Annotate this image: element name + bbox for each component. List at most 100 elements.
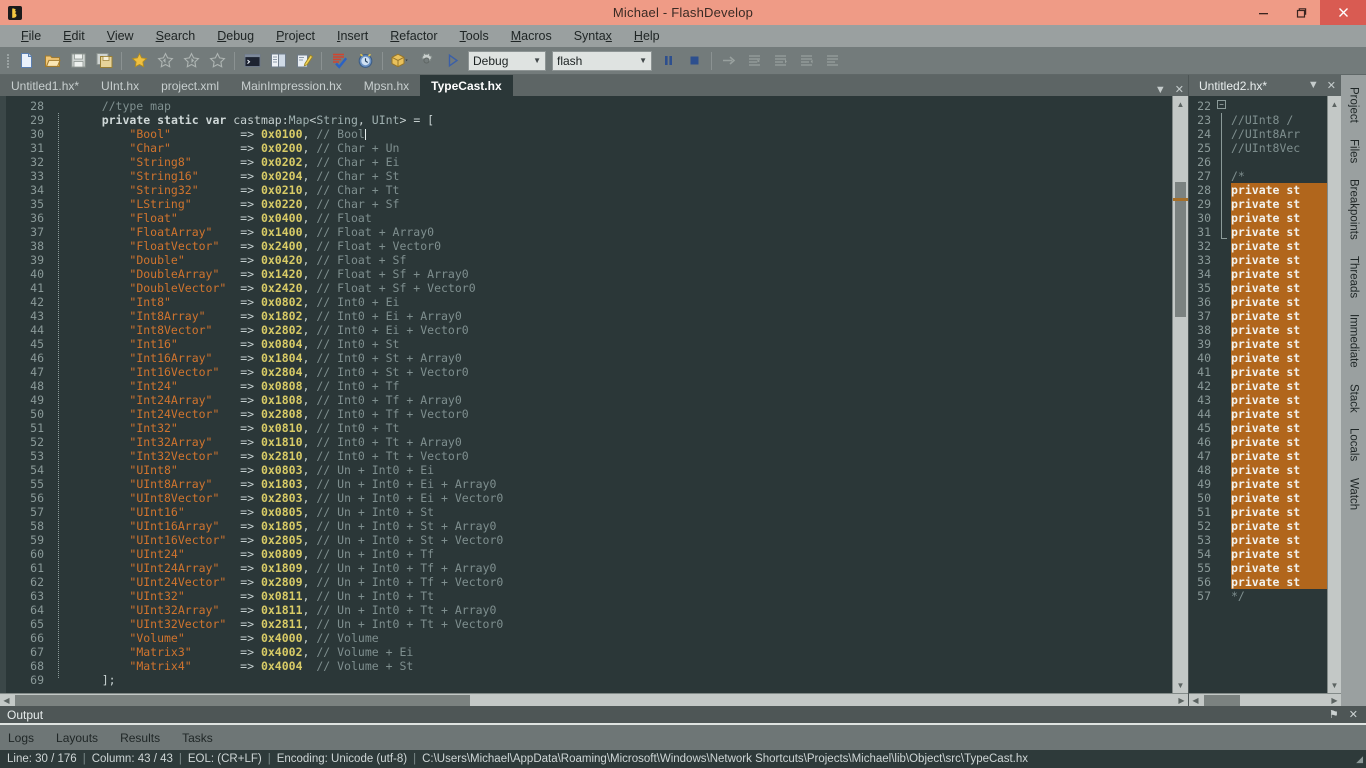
secondary-code-line[interactable]: private st bbox=[1231, 547, 1327, 561]
code-line[interactable]: "UInt32" => 0x0811, // Un + Int0 + Tt bbox=[74, 589, 1172, 603]
code-line[interactable]: "Volume" => 0x4000, // Volume bbox=[74, 631, 1172, 645]
secondary-code-line[interactable]: private st bbox=[1231, 561, 1327, 575]
code-line[interactable]: "Char" => 0x0200, // Char + Un bbox=[74, 141, 1172, 155]
edit-settings-icon[interactable] bbox=[291, 48, 317, 74]
secondary-code-line[interactable]: private st bbox=[1231, 309, 1327, 323]
continue-icon[interactable] bbox=[716, 48, 742, 74]
code-line[interactable]: "FloatArray" => 0x1400, // Float + Array… bbox=[74, 225, 1172, 239]
code-line[interactable]: "UInt24Array" => 0x1809, // Un + Int0 + … bbox=[74, 561, 1172, 575]
code-line[interactable]: "Int32Vector" => 0x2810, // Int0 + Tt + … bbox=[74, 449, 1172, 463]
code-line[interactable]: "Float" => 0x0400, // Float bbox=[74, 211, 1172, 225]
secondary-tab-dropdown-icon[interactable]: ▼ bbox=[1308, 79, 1319, 92]
code-line[interactable]: "UInt24" => 0x0809, // Un + Int0 + Tf bbox=[74, 547, 1172, 561]
code-line[interactable]: "Int16" => 0x0804, // Int0 + St bbox=[74, 337, 1172, 351]
bookmark-next-icon[interactable] bbox=[178, 48, 204, 74]
step-out-icon[interactable] bbox=[794, 48, 820, 74]
editor-tab-typecast[interactable]: TypeCast.hx bbox=[420, 75, 513, 96]
step-over-icon[interactable] bbox=[742, 48, 768, 74]
vscroll-thumb[interactable] bbox=[1175, 182, 1186, 317]
secondary-code-line[interactable]: private st bbox=[1231, 449, 1327, 463]
stop-icon[interactable] bbox=[681, 48, 707, 74]
secondary-code-line[interactable]: //UInt8Vec bbox=[1231, 141, 1327, 155]
menu-debug[interactable]: Debug bbox=[206, 26, 265, 46]
scroll-down-icon[interactable]: ▼ bbox=[1173, 677, 1188, 693]
secondary-hscroll-thumb[interactable] bbox=[1204, 694, 1240, 706]
code-line[interactable]: ]; bbox=[74, 673, 1172, 687]
secondary-tab-untitled2[interactable]: Untitled2.hx* bbox=[1189, 75, 1278, 96]
clock-icon[interactable] bbox=[352, 48, 378, 74]
fold-collapse-icon[interactable]: − bbox=[1217, 100, 1226, 109]
secondary-code-line[interactable]: private st bbox=[1231, 393, 1327, 407]
code-line[interactable]: "UInt8Array" => 0x1803, // Un + Int0 + E… bbox=[74, 477, 1172, 491]
code-folding-margin[interactable] bbox=[52, 96, 66, 693]
menu-search[interactable]: Search bbox=[145, 26, 207, 46]
secondary-code-line[interactable]: private st bbox=[1231, 533, 1327, 547]
secondary-code-line[interactable]: */ bbox=[1231, 589, 1327, 603]
editor-horizontal-scrollbar[interactable]: ◀ ▶ bbox=[0, 693, 1188, 706]
code-line[interactable]: "LString" => 0x0220, // Char + Sf bbox=[74, 197, 1172, 211]
editor-tab-untitled1[interactable]: Untitled1.hx* bbox=[0, 75, 91, 96]
scroll-up-icon[interactable]: ▲ bbox=[1173, 96, 1188, 112]
menu-refactor[interactable]: Refactor bbox=[379, 26, 448, 46]
code-line[interactable]: "UInt8" => 0x0803, // Un + Int0 + Ei bbox=[74, 463, 1172, 477]
bookmark-prev-icon[interactable] bbox=[152, 48, 178, 74]
editor-tab-mainimpression[interactable]: MainImpression.hx bbox=[230, 75, 353, 96]
secondary-code-line[interactable]: private st bbox=[1231, 491, 1327, 505]
secondary-code-line[interactable]: private st bbox=[1231, 351, 1327, 365]
code-line[interactable]: "Bool" => 0x0100, // Bool bbox=[74, 127, 1172, 141]
tab-list-dropdown-icon[interactable]: ▼ bbox=[1155, 85, 1166, 96]
code-line[interactable]: private static var castmap:Map<String, U… bbox=[74, 113, 1172, 127]
secondary-code-line[interactable]: //UInt8Arr bbox=[1231, 127, 1327, 141]
secondary-code-line[interactable]: private st bbox=[1231, 407, 1327, 421]
bookmark-toggle-icon[interactable] bbox=[126, 48, 152, 74]
secondary-code-line[interactable]: private st bbox=[1231, 295, 1327, 309]
sidetab-immediate[interactable]: Immediate bbox=[1344, 306, 1364, 376]
vscroll-track[interactable] bbox=[1173, 112, 1188, 677]
secondary-code-line[interactable]: private st bbox=[1231, 197, 1327, 211]
output-tab-results[interactable]: Results bbox=[120, 731, 172, 745]
secondary-code-line[interactable]: private st bbox=[1231, 281, 1327, 295]
menu-file[interactable]: File bbox=[10, 26, 52, 46]
menu-insert[interactable]: Insert bbox=[326, 26, 379, 46]
secondary-folding-margin[interactable]: − bbox=[1215, 96, 1228, 693]
secondary-code-line[interactable]: private st bbox=[1231, 421, 1327, 435]
code-line[interactable]: "DoubleVector" => 0x2420, // Float + Sf … bbox=[74, 281, 1172, 295]
menu-help[interactable]: Help bbox=[623, 26, 671, 46]
menu-edit[interactable]: Edit bbox=[52, 26, 96, 46]
code-line[interactable]: "UInt16" => 0x0805, // Un + Int0 + St bbox=[74, 505, 1172, 519]
save-all-icon[interactable] bbox=[91, 48, 117, 74]
package-icon[interactable] bbox=[387, 48, 413, 74]
output-tab-layouts[interactable]: Layouts bbox=[56, 731, 110, 745]
code-scroll-area[interactable]: 28 29 30 31 32 33 34 35 36 37 38 39 40 41 42 43 44 45 46 47… bbox=[6, 96, 1172, 693]
step-into-icon[interactable] bbox=[768, 48, 794, 74]
editor-tab-mpsn[interactable]: Mpsn.hx bbox=[352, 75, 421, 96]
gear-icon[interactable] bbox=[413, 48, 439, 74]
scroll-right-icon[interactable]: ▶ bbox=[1175, 696, 1188, 705]
output-tab-logs[interactable]: Logs bbox=[8, 731, 46, 745]
open-file-icon[interactable] bbox=[39, 48, 65, 74]
code-line[interactable]: "Int8Vector" => 0x2802, // Int0 + Ei + V… bbox=[74, 323, 1172, 337]
secondary-code-line[interactable]: private st bbox=[1231, 183, 1327, 197]
editor-vertical-scrollbar[interactable]: ▲ ▼ bbox=[1172, 96, 1188, 693]
build-config-select[interactable]: Debug ▼ bbox=[468, 50, 546, 71]
secondary-scroll-down-icon[interactable]: ▼ bbox=[1328, 677, 1341, 693]
code-editor[interactable]: 28 29 30 31 32 33 34 35 36 37 38 39 40 41 42 43 44 45 46 47… bbox=[0, 96, 1188, 693]
editor-tab-uint[interactable]: UInt.hx bbox=[90, 75, 151, 96]
secondary-code-line[interactable]: private st bbox=[1231, 435, 1327, 449]
code-line[interactable]: "Int32" => 0x0810, // Int0 + Tt bbox=[74, 421, 1172, 435]
menu-macros[interactable]: Macros bbox=[500, 26, 563, 46]
secondary-scroll-right-icon[interactable]: ▶ bbox=[1328, 696, 1341, 705]
sidetab-watch[interactable]: Watch bbox=[1344, 470, 1364, 518]
check-syntax-icon[interactable] bbox=[326, 48, 352, 74]
sidetab-breakpoints[interactable]: Breakpoints bbox=[1344, 171, 1364, 248]
code-line[interactable]: "Int24Array" => 0x1808, // Int0 + Tf + A… bbox=[74, 393, 1172, 407]
pin-icon[interactable]: ⚑ bbox=[1329, 708, 1339, 721]
code-line[interactable]: "Int24" => 0x0808, // Int0 + Tf bbox=[74, 379, 1172, 393]
code-line[interactable]: "UInt8Vector" => 0x2803, // Un + Int0 + … bbox=[74, 491, 1172, 505]
sidetab-locals[interactable]: Locals bbox=[1344, 420, 1364, 469]
bookmark-clear-icon[interactable] bbox=[204, 48, 230, 74]
secondary-code-line[interactable]: private st bbox=[1231, 477, 1327, 491]
console-icon[interactable] bbox=[239, 48, 265, 74]
secondary-code-line[interactable]: private st bbox=[1231, 323, 1327, 337]
code-line[interactable]: "Int8Array" => 0x1802, // Int0 + Ei + Ar… bbox=[74, 309, 1172, 323]
